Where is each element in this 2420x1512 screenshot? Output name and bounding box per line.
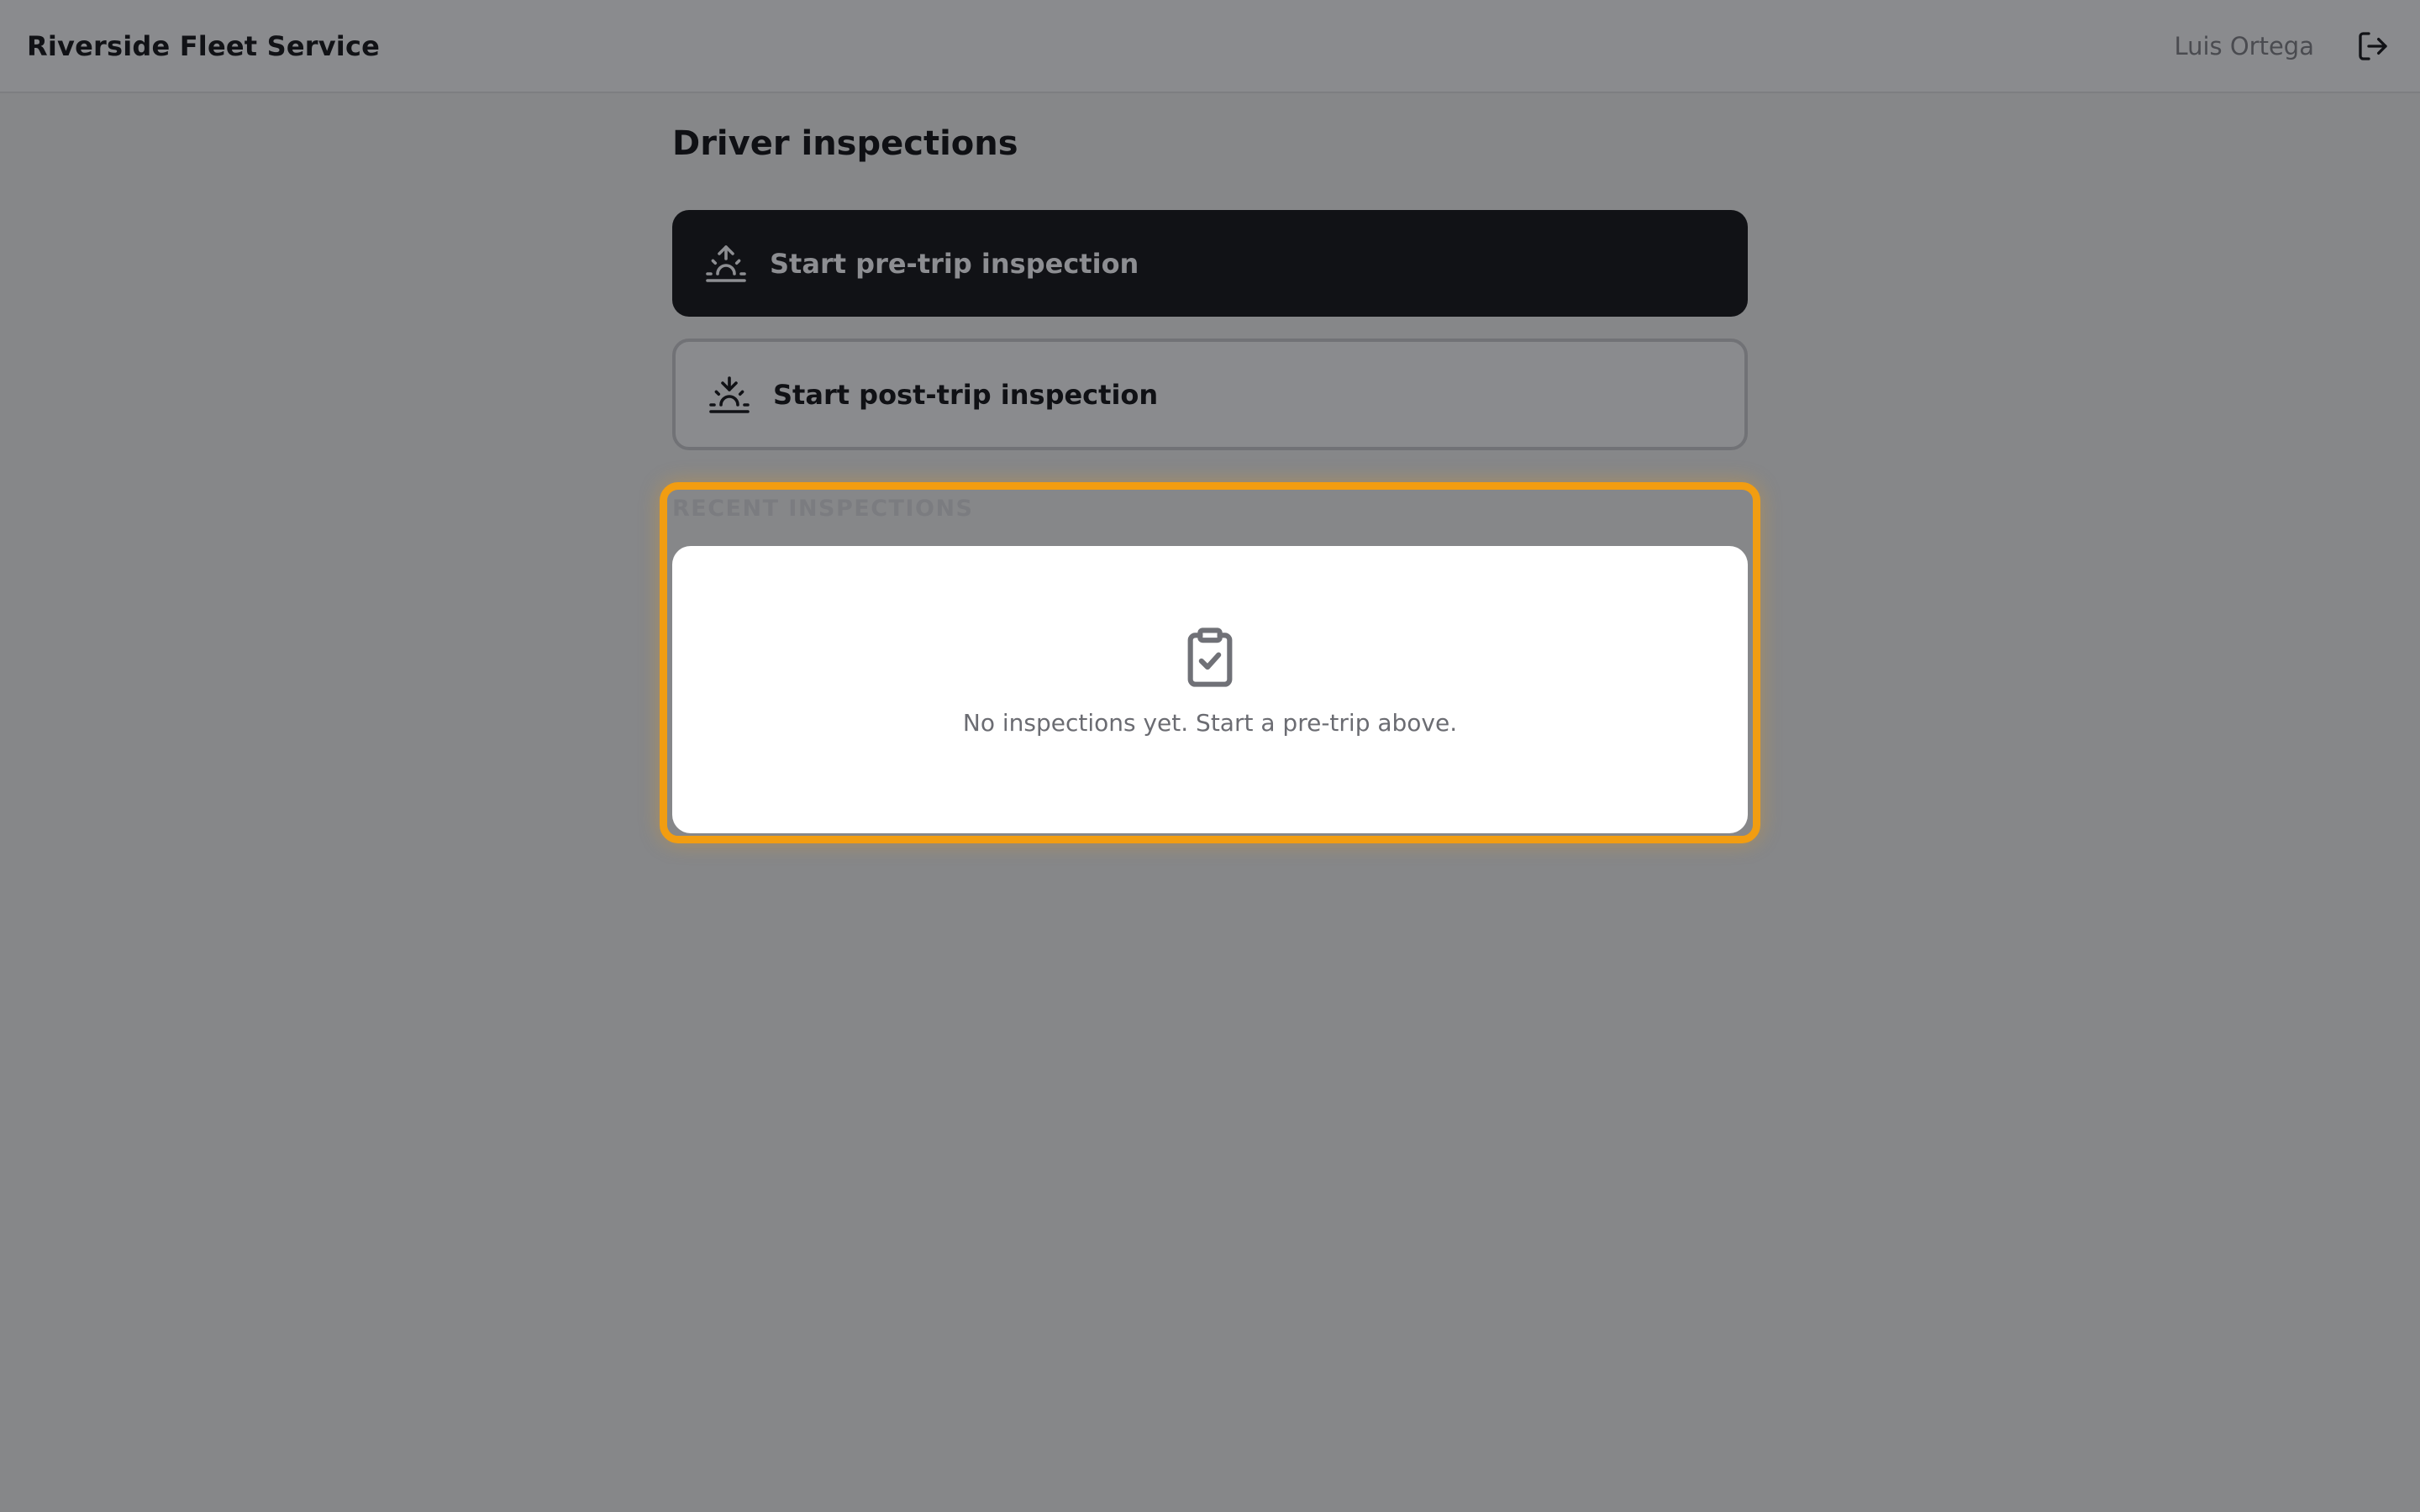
logout-button[interactable]	[2353, 26, 2393, 66]
clipboard-check-icon	[1187, 627, 1233, 687]
pre-trip-label: Start pre-trip inspection	[770, 247, 1139, 280]
start-pre-trip-button[interactable]: Start pre-trip inspection	[672, 210, 1748, 317]
start-post-trip-button[interactable]: Start post-trip inspection	[672, 339, 1748, 450]
sunset-icon	[709, 373, 753, 417]
user-area: Luis Ortega	[2174, 26, 2393, 66]
top-bar: Riverside Fleet Service Luis Ortega	[0, 0, 2420, 93]
recent-inspections-heading: RECENT INSPECTIONS	[672, 496, 974, 522]
logout-icon	[2359, 31, 2387, 60]
recent-inspections-empty-state: No inspections yet. Start a pre-trip abo…	[672, 546, 1748, 833]
empty-state-message: No inspections yet. Start a pre-trip abo…	[962, 709, 1458, 737]
post-trip-label: Start post-trip inspection	[773, 378, 1159, 411]
app-title: Riverside Fleet Service	[27, 29, 381, 62]
user-name: Luis Ortega	[2174, 31, 2314, 60]
page-title: Driver inspections	[672, 124, 1018, 163]
sunrise-icon	[706, 242, 750, 286]
